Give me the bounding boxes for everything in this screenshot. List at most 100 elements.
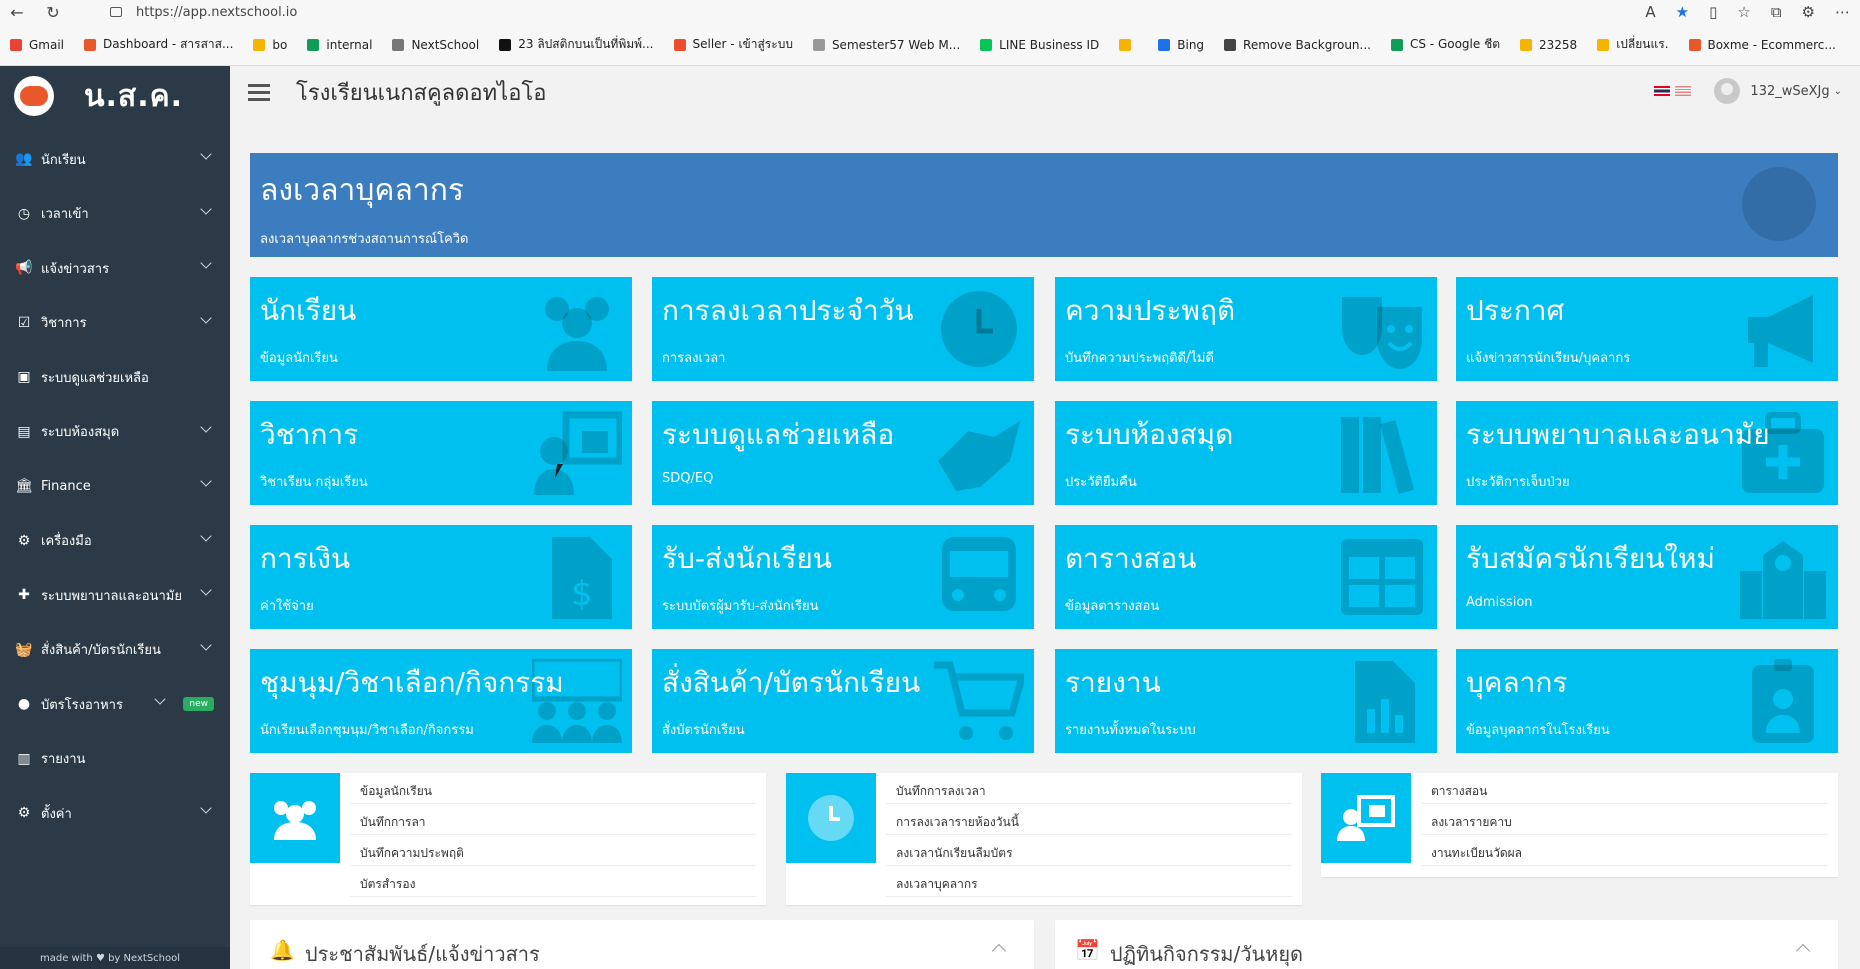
read-aloud-icon[interactable]: A bbox=[1645, 3, 1655, 21]
sidebar-item[interactable]: ▤ ระบบห้องสมุด bbox=[0, 405, 230, 460]
bookmark-item[interactable]: Boxme - Ecommerc... bbox=[1688, 38, 1836, 52]
quick-link[interactable]: ตารางสอน bbox=[1421, 773, 1828, 804]
module-tile[interactable]: บุคลากร ข้อมูลบุคลากรในโรงเรียน bbox=[1456, 649, 1838, 753]
favorite-star-icon[interactable]: ★ bbox=[1676, 3, 1689, 21]
collections-icon[interactable]: ⧉ bbox=[1771, 3, 1782, 21]
sidebar-footer: made with ♥ by NextSchool bbox=[0, 947, 230, 969]
tile-title: ประกาศ bbox=[1466, 294, 1565, 327]
tile-subtitle: ข้อมูลตารางสอน bbox=[1065, 599, 1160, 614]
module-tile[interactable]: รายงาน รายงานทั้งหมดในระบบ bbox=[1055, 649, 1437, 753]
module-tile[interactable]: ระบบดูแลช่วยเหลือ SDQ/EQ bbox=[652, 401, 1034, 505]
module-tile[interactable]: สั่งสินค้า/บัตรนักเรียน สั่งบัตรนักเรียน bbox=[652, 649, 1034, 753]
bookmark-item[interactable]: LINE Business ID bbox=[980, 38, 1099, 52]
collapse-chevron-up-icon[interactable] bbox=[1795, 943, 1811, 959]
id-card-icon: ▣ bbox=[17, 369, 31, 386]
address-bar[interactable]: https://app.nextschool.io bbox=[110, 2, 1550, 22]
sidebar-item[interactable]: ☑ วิชาการ bbox=[0, 296, 230, 351]
bookmark-item[interactable]: Semester57 Web M... bbox=[812, 38, 960, 52]
chevron-down-icon bbox=[200, 148, 212, 160]
quick-link[interactable]: บันทึกการลงเวลา bbox=[886, 773, 1292, 804]
bookmark-label: NextSchool bbox=[411, 37, 480, 52]
sidebar-item[interactable]: ▥ รายงาน bbox=[0, 732, 230, 787]
quick-link[interactable]: บันทึกความประพฤติ bbox=[350, 835, 756, 866]
more-icon[interactable]: ⋯ bbox=[1835, 3, 1850, 21]
panel-title: ปฏิทินกิจกรรม/วันหยุด bbox=[1109, 942, 1304, 966]
quick-link[interactable]: งานทะเบียนวัดผล bbox=[1421, 835, 1828, 866]
sidebar-item-label: เวลาเข้า bbox=[41, 207, 89, 223]
favorites-icon[interactable]: ☆ bbox=[1737, 3, 1750, 21]
bookmark-label: Remove Backgroun... bbox=[1243, 37, 1371, 52]
username[interactable]: 132_wSeXJg bbox=[1750, 84, 1829, 99]
module-tile[interactable]: $ การเงิน ค่าใช้จ่าย bbox=[250, 525, 632, 629]
staff-check-in-banner[interactable]: ลงเวลาบุคลากร ลงเวลาบุคลากรช่วงสถานการณ์… bbox=[250, 153, 1838, 257]
dashboard-panel: 📅 ปฏิทินกิจกรรม/วันหยุด bbox=[1055, 920, 1838, 969]
module-tile[interactable]: รับ-ส่งนักเรียน ระบบบัตรผู้มารับ-ส่งนักเร… bbox=[652, 525, 1034, 629]
sidebar-item[interactable]: ✚ ระบบพยาบาลและอนามัย bbox=[0, 568, 230, 623]
sidebar-item[interactable]: ⚙ ตั้งค่า bbox=[0, 786, 230, 841]
bookmark-favicon-icon bbox=[499, 38, 512, 51]
bookmark-item[interactable]: 23 ลิปสติกบนเป็นที่พิมพ์... bbox=[499, 35, 654, 54]
browser-toolbar: ← ↻ https://app.nextschool.io A ★ ▯ ☆ ⧉ … bbox=[0, 0, 1860, 24]
sidebar-item-label: ระบบพยาบาลและอนามัย bbox=[41, 588, 182, 604]
bookmark-item[interactable]: Dashboard - สารสาส... bbox=[84, 35, 233, 54]
extensions-icon[interactable]: ⚙ bbox=[1802, 3, 1815, 21]
banner-subtitle: ลงเวลาบุคลากรช่วงสถานการณ์โควิด bbox=[260, 232, 469, 247]
sidebar-item[interactable]: ▣ ระบบดูแลช่วยเหลือ bbox=[0, 350, 230, 405]
collapse-chevron-up-icon[interactable] bbox=[991, 943, 1007, 959]
hamburger-menu-icon[interactable] bbox=[248, 83, 270, 101]
sidebar-logo[interactable]: น.ส.ค. bbox=[0, 66, 230, 126]
module-tile[interactable]: วิชาการ วิชาเรียน กลุ่มเรียน bbox=[250, 401, 632, 505]
module-tile[interactable]: ตารางสอน ข้อมูลตารางสอน bbox=[1055, 525, 1437, 629]
sidebar-item[interactable]: 🧺 สั่งสินค้า/บัตรนักเรียน bbox=[0, 623, 230, 678]
bookmark-item[interactable]: CS - Google ชีต bbox=[1390, 35, 1500, 54]
tile-title: รายงาน bbox=[1065, 666, 1161, 699]
bell-icon: 🔔 bbox=[270, 938, 295, 962]
bookmark-item[interactable]: internal bbox=[307, 38, 372, 52]
quick-link[interactable]: ลงเวลานักเรียนลืมบัตร bbox=[886, 835, 1292, 866]
bookmark-item[interactable]: Seller - เข้าสู่ระบบ bbox=[673, 35, 793, 54]
quick-link[interactable]: บัตรสำรอง bbox=[350, 866, 756, 897]
sidebar-item[interactable]: 📢 แจ้งข่าวสาร bbox=[0, 241, 230, 296]
bookmark-item[interactable] bbox=[1119, 38, 1138, 51]
avatar[interactable] bbox=[1714, 78, 1741, 104]
module-tile[interactable]: นักเรียน ข้อมูลนักเรียน bbox=[250, 277, 632, 381]
tile-subtitle: การลงเวลา bbox=[662, 351, 726, 366]
module-tile[interactable]: ประกาศ แจ้งข่าวสารนักเรียน/บุคลากร bbox=[1456, 277, 1838, 381]
quick-link[interactable]: ลงเวลาบุคลากร bbox=[886, 866, 1292, 897]
module-tile[interactable]: การลงเวลาประจำวัน การลงเวลา bbox=[652, 277, 1034, 381]
sidebar-item[interactable]: ⚙ เครื่องมือ bbox=[0, 514, 230, 569]
thai-flag-icon[interactable] bbox=[1654, 86, 1671, 96]
reload-icon[interactable]: ↻ bbox=[42, 3, 64, 22]
bookmark-favicon-icon bbox=[1390, 38, 1403, 51]
sidebar-item[interactable]: ◷ เวลาเข้า bbox=[0, 187, 230, 242]
bookmark-label: LINE Business ID bbox=[999, 37, 1100, 52]
sidebar-item[interactable]: 🏛 Finance bbox=[0, 459, 230, 514]
sidebar-item[interactable]: 👥 นักเรียน bbox=[0, 132, 230, 187]
bookmark-item[interactable]: bo bbox=[253, 38, 287, 52]
bookmark-item[interactable]: เปลี่ยนแร. bbox=[1597, 35, 1669, 54]
chevron-down-icon[interactable]: ⌄ bbox=[1834, 86, 1842, 97]
module-tile[interactable]: ความประพฤติ บันทึกความประพฤติดี/ไม่ดี bbox=[1055, 277, 1437, 381]
quick-link[interactable]: ลงเวลารายคาบ bbox=[1421, 804, 1828, 835]
quick-link[interactable]: บันทึกการลา bbox=[350, 804, 756, 835]
tile-title: ระบบดูแลช่วยเหลือ bbox=[662, 418, 895, 451]
quick-link[interactable]: การลงเวลารายห้องวันนี้ bbox=[886, 804, 1292, 835]
user-menu[interactable]: 132_wSeXJg ⌄ bbox=[1654, 78, 1842, 104]
bookmark-item[interactable]: NextSchool bbox=[392, 38, 479, 52]
module-tile[interactable]: ระบบพยาบาลและอนามัย ประวัติการเจ็บป่วย bbox=[1456, 401, 1838, 505]
sidebar-item[interactable]: ● บัตรโรงอาหาร new bbox=[0, 677, 230, 732]
quick-link[interactable]: ข้อมูลนักเรียน bbox=[350, 773, 756, 804]
bookmark-item[interactable]: 23258 bbox=[1520, 38, 1577, 52]
bookmark-label: bo bbox=[272, 37, 288, 52]
bookmark-item[interactable]: Remove Backgroun... bbox=[1224, 38, 1371, 52]
bookmark-item[interactable]: Bing bbox=[1158, 38, 1204, 52]
module-tile[interactable]: ระบบห้องสมุด ประวัติยืมคืน bbox=[1055, 401, 1437, 505]
back-icon[interactable]: ← bbox=[6, 3, 28, 22]
bookmark-item[interactable]: Gmail bbox=[10, 38, 64, 52]
us-flag-icon[interactable] bbox=[1675, 86, 1692, 96]
module-tile[interactable]: ชุมนุม/วิชาเลือก/กิจกรรม นักเรียนเลือกชุม… bbox=[250, 649, 632, 753]
bank-icon: 🏛 bbox=[15, 478, 33, 495]
split-screen-icon[interactable]: ▯ bbox=[1709, 3, 1717, 21]
book-icon: ▤ bbox=[17, 423, 31, 440]
module-tile[interactable]: รับสมัครนักเรียนใหม่ Admission bbox=[1456, 525, 1838, 629]
